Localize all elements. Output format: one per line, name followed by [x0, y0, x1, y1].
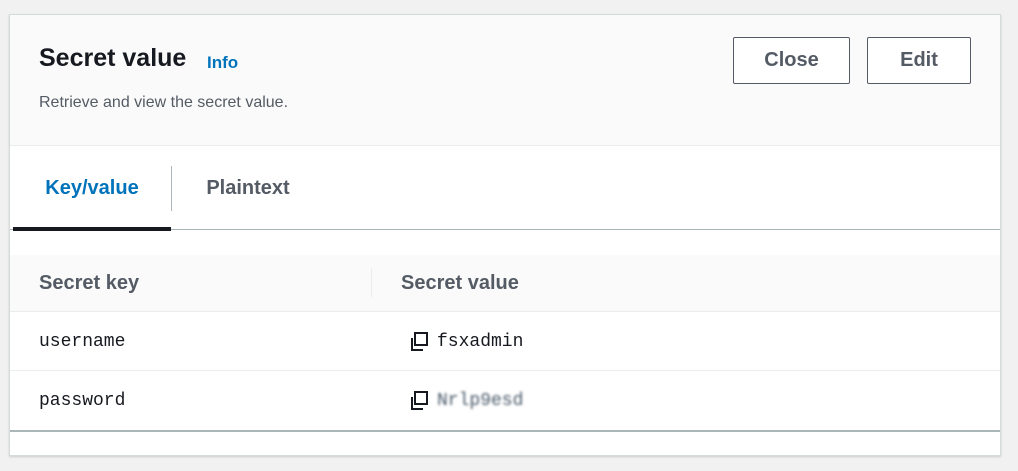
table-row: username fsxadmin — [10, 312, 1000, 371]
secret-value-cell: fsxadmin — [407, 312, 523, 371]
copy-icon[interactable] — [407, 330, 431, 354]
secret-table: Secret key Secret value username fsxadmi… — [10, 255, 1000, 432]
table-row: password Nrlp9esd — [10, 371, 1000, 430]
close-button[interactable]: Close — [733, 37, 850, 84]
secret-value-cell: Nrlp9esd — [407, 371, 523, 430]
tab-plaintext[interactable]: Plaintext — [172, 146, 324, 230]
secret-value-text-obscured: Nrlp9esd — [437, 390, 524, 411]
secret-key-cell: password — [39, 390, 126, 411]
column-header-secret-value: Secret value — [401, 272, 519, 294]
copy-icon[interactable] — [407, 389, 431, 413]
secret-key-cell: username — [39, 331, 126, 352]
panel-header: Secret value Info Retrieve and view the … — [10, 15, 1000, 146]
tab-bar: Key/value Plaintext — [10, 146, 1000, 231]
column-header-secret-key: Secret key — [39, 272, 140, 294]
page-title: Secret value — [39, 44, 187, 72]
edit-button[interactable]: Edit — [867, 37, 971, 84]
table-header: Secret key Secret value — [10, 255, 1000, 312]
panel-description: Retrieve and view the secret value. — [39, 94, 289, 111]
tab-key-value[interactable]: Key/value — [13, 146, 171, 231]
secret-value-panel: Secret value Info Retrieve and view the … — [9, 14, 1001, 456]
secret-value-text: fsxadmin — [437, 331, 524, 352]
column-divider — [371, 268, 372, 297]
info-link[interactable]: Info — [207, 53, 238, 73]
